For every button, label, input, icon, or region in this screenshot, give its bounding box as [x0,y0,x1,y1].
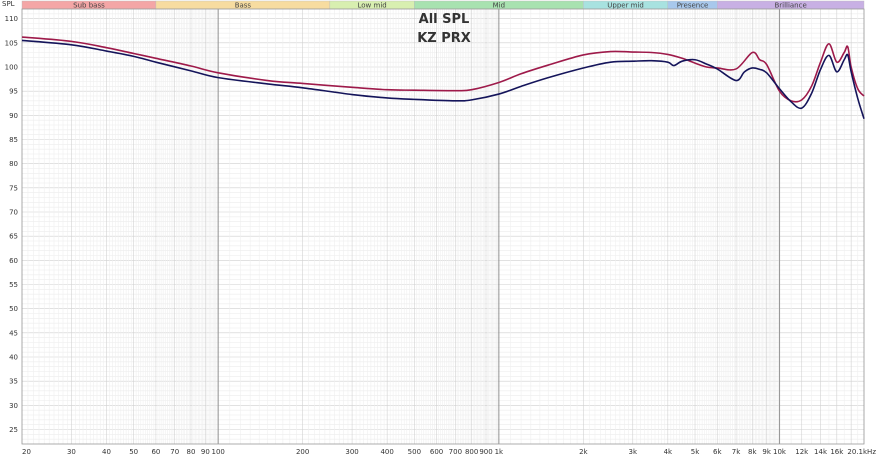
x-tick-label: 14k [814,448,828,456]
y-tick-label: 65 [9,233,18,241]
y-tick-label: 40 [9,354,18,362]
x-tick-label: 300 [345,448,358,456]
band-label: Brilliance [774,1,806,9]
chart-subtitle: KZ PRX [417,31,471,46]
x-tick-label: 3k [628,448,637,456]
x-tick-label: 8k [748,448,757,456]
band-label: Upper mid [607,1,644,9]
x-tick-label: 90 [201,448,210,456]
x-tick-label: 12k [795,448,809,456]
x-tick-label: 800 [465,448,478,456]
x-tick-label: 16k [830,448,844,456]
band-label: Sub bass [73,1,105,9]
band-label: Low mid [358,1,387,9]
y-tick-label: 95 [9,88,18,96]
x-tick-label: 4k [664,448,673,456]
x-tick-label: 500 [408,448,421,456]
y-tick-label: 55 [9,281,18,289]
x-tick-label: 2k [579,448,588,456]
y-tick-label: 85 [9,136,18,144]
x-tick-label: 900 [479,448,492,456]
y-tick-label: 110 [5,15,18,23]
x-tick-label: 60 [151,448,160,456]
x-tick-label: 70 [170,448,179,456]
x-tick-label: 7k [732,448,741,456]
y-tick-label: 75 [9,184,18,192]
x-tick-label: 600 [430,448,443,456]
y-tick-label: 100 [5,64,18,72]
y-tick-label: 70 [9,209,18,217]
y-tick-label: 90 [9,112,18,120]
y-tick-label: 105 [5,39,18,47]
x-tick-label: 20 [22,448,31,456]
x-tick-label: 100 [211,448,224,456]
frequency-bands: Sub bass Bass Low mid Mid Upper mid Presence B… [21,0,865,9]
y-tick-label: 60 [9,257,18,265]
frequency-response-chart: Sub bass Bass Low mid Mid Upper mid Presence B… [0,0,877,458]
band-label: Presence [677,1,709,9]
x-tick-label: 700 [449,448,462,456]
x-tick-label: 9k [762,448,771,456]
x-tick-label: 10k [773,448,787,456]
x-tick-label: 30 [67,448,76,456]
y-axis-label: SPL [2,0,15,8]
x-tick-label: 5k [691,448,700,456]
chart-title: All SPL [419,12,470,27]
y-tick-label: 30 [9,402,18,410]
y-tick-label: 50 [9,305,18,313]
y-tick-label: 80 [9,160,18,168]
x-tick-label: 200 [296,448,309,456]
x-tick-label: 40 [102,448,111,456]
band-label: Bass [235,1,252,9]
x-tick-label: 6k [713,448,722,456]
y-tick-label: 45 [9,329,18,337]
band-label: Mid [493,1,505,9]
x-tick-label: 1k [495,448,504,456]
x-tick-label: 20.1kHz [847,448,876,456]
x-tick-label: 50 [129,448,138,456]
x-tick-label: 80 [187,448,196,456]
y-tick-label: 35 [9,378,18,386]
x-tick-label: 400 [380,448,393,456]
y-tick-label: 25 [9,426,18,434]
